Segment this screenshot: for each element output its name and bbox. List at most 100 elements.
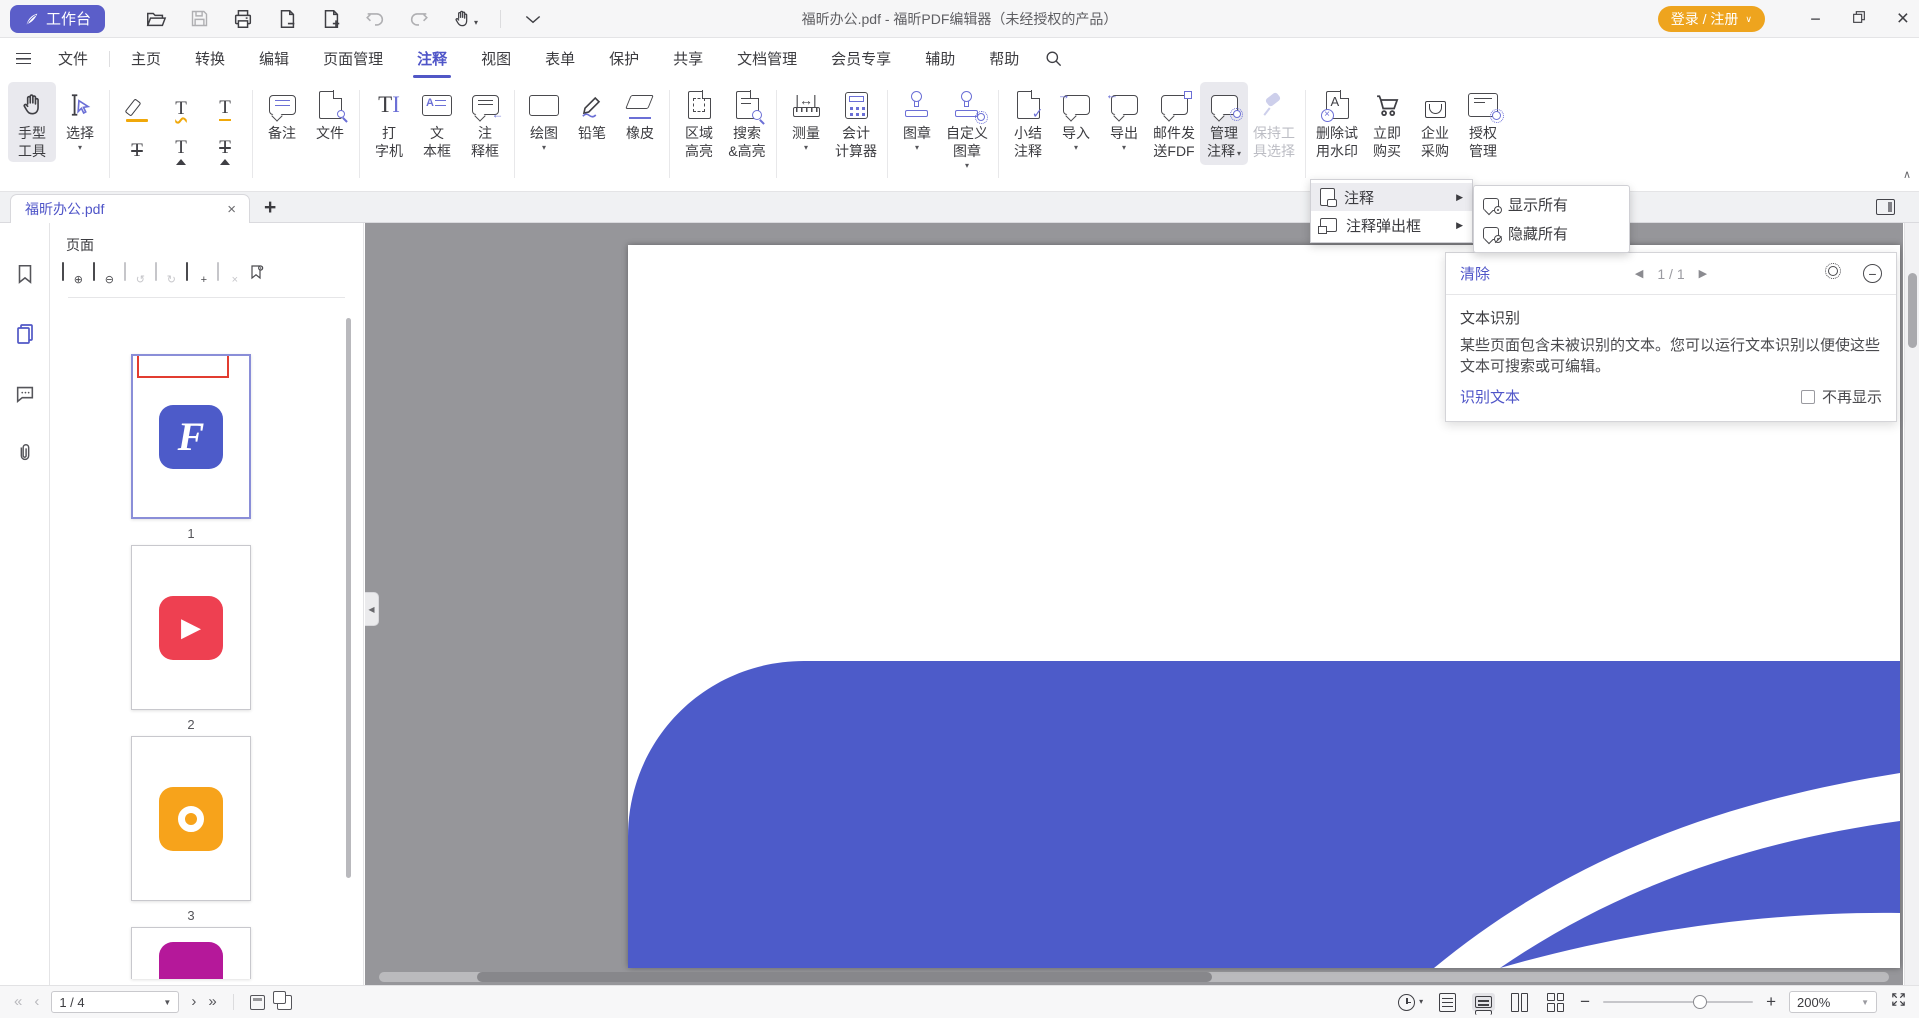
squiggly-underline-icon[interactable]: T [159, 88, 203, 130]
horizontal-scrollbar-thumb[interactable] [477, 972, 1212, 982]
stamp-button[interactable]: 图章 ▾ [893, 82, 941, 154]
snapshot-icon[interactable] [250, 995, 265, 1010]
menu-item-comment[interactable]: 注释 [400, 39, 464, 78]
single-page-view-icon[interactable] [1436, 990, 1459, 1015]
menu-item-doc-manage[interactable]: 文档管理 [720, 39, 814, 78]
dont-show-again-checkbox[interactable] [1801, 390, 1815, 404]
continuous-view-icon[interactable] [1472, 993, 1495, 1011]
collapse-ribbon-icon[interactable]: ∧ [1903, 168, 1911, 181]
previous-page-icon[interactable]: ‹ [34, 995, 39, 1009]
add-page-icon[interactable]: + [186, 263, 204, 282]
document-tab[interactable]: 福昕办公.pdf × [10, 194, 250, 223]
toolbar-more-chevron-icon[interactable] [523, 9, 543, 29]
clear-notifications-link[interactable]: 清除 [1460, 263, 1490, 284]
facing-continuous-view-icon[interactable] [1544, 990, 1567, 1015]
note-comment-button[interactable]: 备注 [258, 82, 306, 144]
menu-item-share[interactable]: 共享 [656, 39, 720, 78]
enterprise-purchase-button[interactable]: 企业采购 [1411, 82, 1459, 162]
replace-text-icon[interactable]: T [203, 130, 247, 172]
typewriter-button[interactable]: TI 打字机 [365, 82, 413, 162]
export-comments-button[interactable]: ← 导出 ▾ [1100, 82, 1148, 154]
select-tool-button[interactable]: 选择 ▾ [56, 82, 104, 154]
save-icon[interactable] [189, 8, 210, 29]
undo-icon[interactable] [364, 8, 386, 30]
attachments-panel-icon[interactable] [14, 442, 36, 469]
menu-item-protect[interactable]: 保护 [592, 39, 656, 78]
rotate-view-button[interactable]: ▾ [1398, 994, 1423, 1011]
menu-item-view[interactable]: 视图 [464, 39, 528, 78]
calculator-button[interactable]: 会计计算器 [830, 82, 882, 162]
page-thumbnail-1[interactable]: F [131, 354, 251, 519]
hand-tool-button[interactable]: 手型工具 [8, 82, 56, 162]
panel-layout-icon[interactable] [1876, 199, 1895, 215]
open-folder-icon[interactable] [145, 8, 167, 30]
menu-item-member[interactable]: 会员专享 [814, 39, 908, 78]
facing-view-icon[interactable] [1508, 990, 1531, 1015]
submenu-item-show-all[interactable]: 显示所有 [1474, 190, 1629, 219]
print-icon[interactable] [232, 8, 254, 30]
custom-stamp-button[interactable]: 自定义图章 ▾ [941, 82, 993, 172]
vertical-scrollbar-thumb[interactable] [1908, 273, 1917, 348]
zoom-slider-thumb[interactable] [1693, 995, 1707, 1009]
login-register-button[interactable]: 登录 / 注册 ∨ [1658, 6, 1765, 32]
menu-item-accessibility[interactable]: 辅助 [908, 39, 972, 78]
file-attachment-button[interactable]: 文件 [306, 82, 354, 144]
manage-comments-button[interactable]: 管理注释▾ [1200, 82, 1248, 165]
clipboard-pages-icon[interactable] [277, 995, 292, 1010]
minimize-button[interactable]: − [1810, 14, 1821, 24]
page-number-select[interactable]: 1 / 4 ▼ [51, 991, 179, 1013]
comments-panel-icon[interactable] [14, 383, 36, 410]
page-bookmark-ic on[interactable] [248, 263, 266, 282]
redo-icon[interactable] [408, 8, 430, 30]
notification-minimize-icon[interactable]: − [1863, 264, 1882, 283]
remove-page-icon[interactable] [276, 8, 298, 30]
close-button[interactable]: × [1897, 7, 1909, 31]
remove-trial-watermark-button[interactable]: A× 删除试用水印 [1311, 82, 1363, 162]
keep-tool-selected-button[interactable]: 保持工具选择 [1248, 82, 1300, 162]
textbox-button[interactable]: A 文本框 [413, 82, 461, 162]
strikeout-icon[interactable]: T [115, 130, 159, 172]
drawing-button[interactable]: 绘图 ▾ [520, 82, 568, 154]
menu-item-page-manage[interactable]: 页面管理 [306, 39, 400, 78]
import-comments-button[interactable]: → 导入 ▾ [1052, 82, 1100, 154]
bookmarks-panel-icon[interactable] [14, 263, 36, 290]
fullscreen-icon[interactable] [1890, 991, 1907, 1013]
pages-panel-scrollbar[interactable] [346, 318, 351, 878]
pages-panel-icon[interactable] [13, 322, 37, 351]
search-icon[interactable] [1044, 49, 1063, 68]
search-highlight-button[interactable]: 搜索&高亮 [723, 82, 771, 162]
hamburger-menu-icon[interactable] [16, 53, 31, 64]
vertical-scrollbar[interactable] [1904, 223, 1919, 985]
license-manage-button[interactable]: 授权管理 [1459, 82, 1507, 162]
menu-item-comment-popups[interactable]: 注释弹出框 ▶ [1311, 211, 1472, 239]
new-tab-button[interactable]: + [264, 196, 276, 220]
recognize-text-link[interactable]: 识别文本 [1460, 386, 1520, 407]
measure-button[interactable]: |↔| 测量 ▾ [782, 82, 830, 154]
first-page-icon[interactable]: « [14, 995, 22, 1009]
zoom-out-icon[interactable]: − [1580, 992, 1590, 1012]
zoom-slider[interactable] [1603, 1001, 1753, 1003]
menu-item-edit[interactable]: 编辑 [242, 39, 306, 78]
menu-item-comments[interactable]: 注释 ▶ [1311, 183, 1472, 211]
notification-settings-icon[interactable] [1828, 266, 1838, 276]
zoom-in-page-icon[interactable]: ⊕ [62, 263, 80, 282]
add-page-icon[interactable] [320, 8, 342, 30]
email-fdf-button[interactable]: 邮件发送FDF [1148, 82, 1200, 162]
pager-next-icon[interactable]: ▶ [1699, 267, 1707, 280]
menu-item-form[interactable]: 表单 [528, 39, 592, 78]
next-page-icon[interactable]: › [191, 995, 196, 1009]
collapse-panel-handle[interactable]: ◀ [365, 592, 379, 626]
rotate-left-icon[interactable]: ↺ [124, 263, 142, 282]
pencil-button[interactable]: 铅笔 [568, 82, 616, 144]
restore-button[interactable] [1851, 9, 1867, 30]
delete-page-icon[interactable]: × [217, 263, 235, 282]
menu-item-home[interactable]: 主页 [114, 39, 178, 78]
menu-item-file[interactable]: 文件 [41, 39, 105, 78]
horizontal-scrollbar[interactable] [379, 972, 1889, 982]
hand-gesture-button[interactable]: ▾ [452, 9, 478, 29]
menu-item-convert[interactable]: 转换 [178, 39, 242, 78]
last-page-icon[interactable]: » [208, 995, 216, 1009]
workspace-button[interactable]: 工作台 [10, 5, 105, 33]
eraser-button[interactable]: 橡皮 [616, 82, 664, 144]
area-highlight-button[interactable]: 区域高亮 [675, 82, 723, 162]
